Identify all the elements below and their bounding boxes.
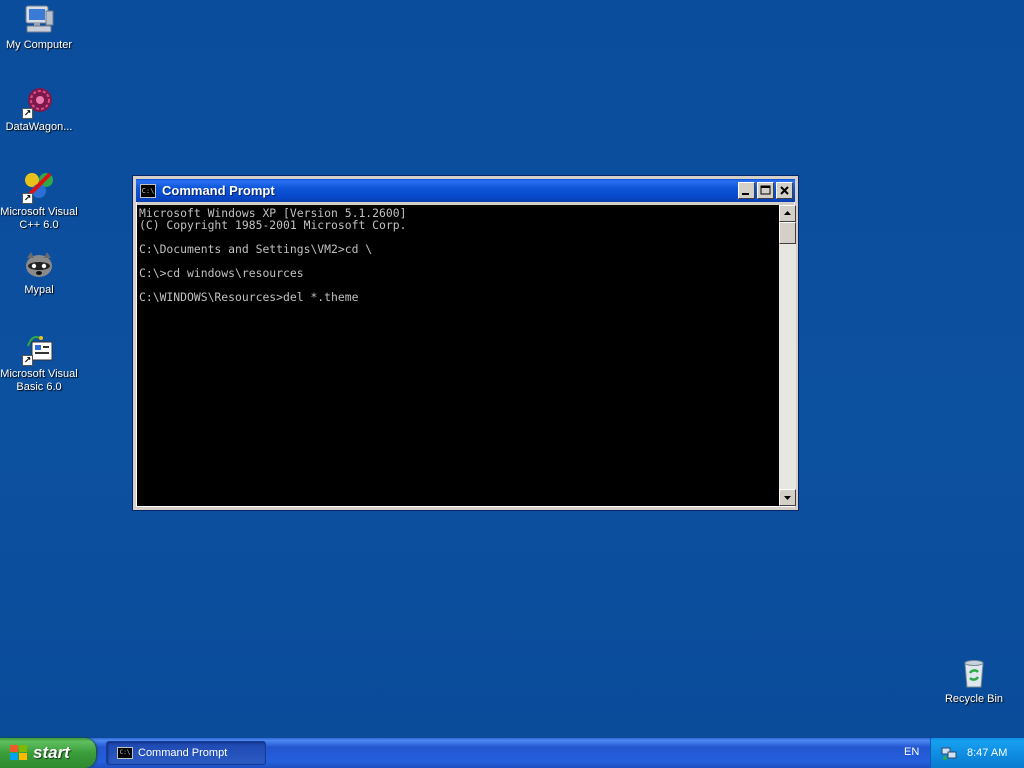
close-button[interactable] — [776, 182, 793, 199]
desktop-icon-label: DataWagon... — [5, 121, 73, 133]
desktop-icon-label: Mypal — [24, 284, 54, 296]
console-line: C:\>cd windows\resources — [139, 266, 304, 280]
my-computer-icon — [22, 3, 56, 37]
console-app-icon[interactable]: C:\ — [140, 183, 156, 198]
command-prompt-window[interactable]: C:\ Command Prompt Microsoft Windows XP … — [132, 175, 799, 511]
window-controls — [738, 182, 793, 199]
arrow-up-icon — [784, 211, 791, 215]
minimize-button[interactable] — [738, 182, 755, 199]
network-tray-icon[interactable] — [941, 745, 957, 761]
windows-logo-icon — [10, 745, 28, 761]
taskbar-item-label: Command Prompt — [138, 747, 228, 759]
console-line: C:\Documents and Settings\VM2>cd \ — [139, 242, 373, 256]
desktop-icon-visual-basic[interactable]: ↗ Microsoft Visual Basic 6.0 — [0, 332, 78, 394]
shortcut-arrow-icon: ↗ — [22, 108, 33, 119]
taskbar-item-command-prompt[interactable]: C:\ Command Prompt — [106, 741, 266, 765]
console-app-icon: C:\ — [117, 747, 133, 759]
console-line: (C) Copyright 1985-2001 Microsoft Corp. — [139, 218, 407, 232]
system-tray: 8:47 AM — [930, 738, 1024, 768]
vertical-scrollbar[interactable] — [779, 205, 796, 506]
close-icon — [780, 186, 789, 195]
minimize-icon — [742, 193, 749, 195]
scrollbar-thumb[interactable] — [779, 222, 796, 244]
desktop-icon-label: Recycle Bin — [944, 693, 1004, 705]
desktop-icon-mypal[interactable]: Mypal — [0, 248, 78, 297]
start-button[interactable]: start — [0, 738, 96, 768]
shortcut-arrow-icon: ↗ — [22, 193, 33, 204]
window-titlebar[interactable]: C:\ Command Prompt — [136, 179, 795, 202]
console-line: C:\WINDOWS\Resources>del *.theme — [139, 290, 359, 304]
desktop-icon-recycle-bin[interactable]: Recycle Bin — [935, 657, 1013, 706]
scroll-up-button[interactable] — [779, 205, 796, 222]
start-label: start — [33, 743, 70, 762]
taskbar: start C:\ Command Prompt EN 8:47 AM — [0, 738, 1024, 768]
console-output[interactable]: Microsoft Windows XP [Version 5.1.2600](… — [137, 205, 779, 506]
desktop-icon-label: Microsoft Visual Basic 6.0 — [0, 368, 78, 393]
recycle-bin-icon — [957, 657, 991, 691]
datawagon-icon: ↗ — [22, 85, 56, 119]
desktop-icon-visual-cpp[interactable]: ↗ Microsoft Visual C++ 6.0 — [0, 170, 78, 232]
desktop: My Computer ↗ DataWagon... ↗ Microsoft V… — [0, 0, 1024, 738]
shortcut-arrow-icon: ↗ — [22, 355, 33, 366]
maximize-button[interactable] — [757, 182, 774, 199]
desktop-icon-my-computer[interactable]: My Computer — [0, 3, 78, 52]
scroll-down-button[interactable] — [779, 489, 796, 506]
window-title: Command Prompt — [162, 183, 275, 198]
mypal-icon — [22, 248, 56, 282]
desktop-icon-label: Microsoft Visual C++ 6.0 — [0, 206, 78, 231]
desktop-icon-datawagon[interactable]: ↗ DataWagon... — [0, 85, 78, 134]
clock[interactable]: 8:47 AM — [967, 747, 1007, 759]
language-indicator[interactable]: EN — [904, 746, 919, 758]
arrow-down-icon — [784, 496, 791, 500]
visual-basic-icon: ↗ — [22, 332, 56, 366]
desktop-icon-label: My Computer — [5, 39, 73, 51]
visual-cpp-icon: ↗ — [22, 170, 56, 204]
maximize-icon — [760, 185, 771, 195]
